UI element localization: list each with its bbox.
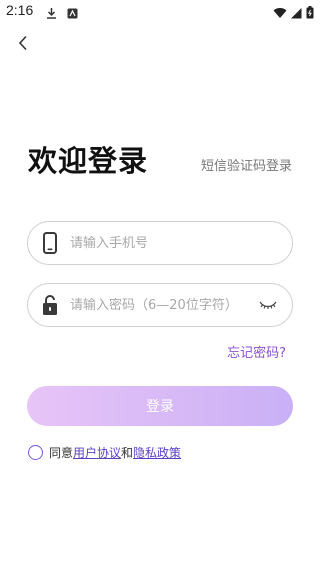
login-button[interactable]: 登录 bbox=[27, 386, 293, 426]
status-right-icons bbox=[273, 4, 314, 23]
agreement-row: 同意 用户协议 和 隐私政策 bbox=[28, 444, 181, 461]
battery-icon bbox=[306, 4, 314, 23]
notification-icon bbox=[67, 4, 78, 23]
back-button[interactable] bbox=[12, 34, 34, 56]
status-left-icons bbox=[46, 4, 78, 23]
download-icon bbox=[46, 4, 57, 23]
phone-icon bbox=[40, 231, 60, 255]
sms-login-link[interactable]: 短信验证码登录 bbox=[201, 155, 292, 174]
agreement-and: 和 bbox=[121, 446, 134, 460]
phone-field[interactable] bbox=[27, 221, 293, 265]
password-input[interactable] bbox=[70, 297, 258, 313]
eye-closed-icon[interactable] bbox=[258, 298, 278, 312]
privacy-policy-link[interactable]: 隐私政策 bbox=[133, 444, 181, 461]
user-agreement-link[interactable]: 用户协议 bbox=[73, 444, 121, 461]
password-field[interactable] bbox=[27, 283, 293, 327]
status-time: 2:16 bbox=[6, 2, 34, 18]
page-title: 欢迎登录 bbox=[28, 144, 149, 178]
forgot-password-link[interactable]: 忘记密码? bbox=[227, 342, 286, 361]
lock-icon bbox=[40, 293, 60, 317]
phone-input[interactable] bbox=[70, 235, 278, 251]
agreement-checkbox[interactable] bbox=[28, 445, 43, 460]
wifi-icon bbox=[273, 4, 287, 23]
chevron-left-icon bbox=[18, 35, 28, 55]
signal-icon bbox=[291, 4, 302, 23]
status-bar: 2:16 bbox=[0, 0, 320, 22]
agreement-prefix: 同意 bbox=[49, 446, 74, 460]
